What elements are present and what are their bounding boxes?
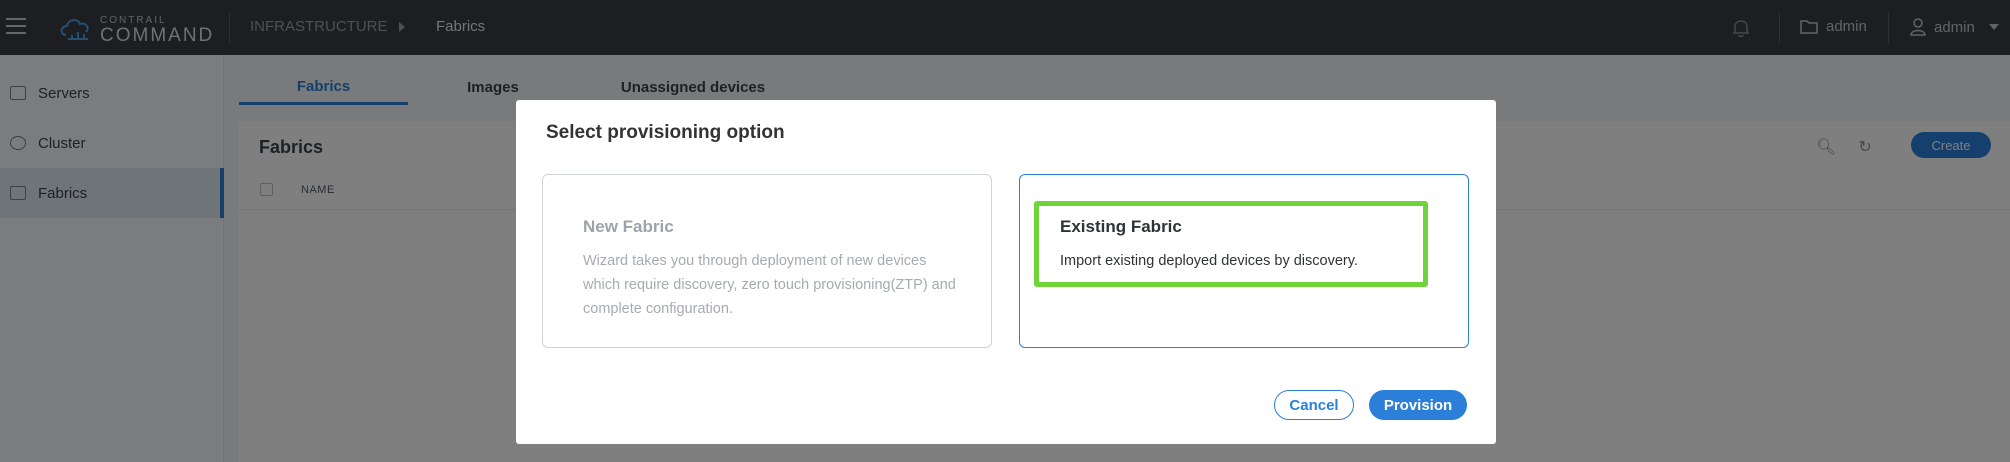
option-existing-fabric[interactable]: Existing Fabric Import existing deployed… bbox=[1019, 174, 1469, 348]
dialog-title: Select provisioning option bbox=[546, 122, 785, 143]
provisioning-dialog: Select provisioning option New Fabric Wi… bbox=[516, 100, 1496, 444]
option-title: New Fabric bbox=[583, 217, 674, 236]
option-description: Wizard takes you through deployment of n… bbox=[583, 253, 956, 317]
option-title: Existing Fabric bbox=[1060, 217, 1182, 236]
option-new-fabric[interactable]: New Fabric Wizard takes you through depl… bbox=[542, 174, 992, 348]
option-description: Import existing deployed devices by disc… bbox=[1060, 253, 1358, 269]
selection-highlight bbox=[1034, 201, 1428, 287]
provision-button[interactable]: Provision bbox=[1369, 390, 1467, 420]
cancel-button[interactable]: Cancel bbox=[1274, 390, 1354, 420]
